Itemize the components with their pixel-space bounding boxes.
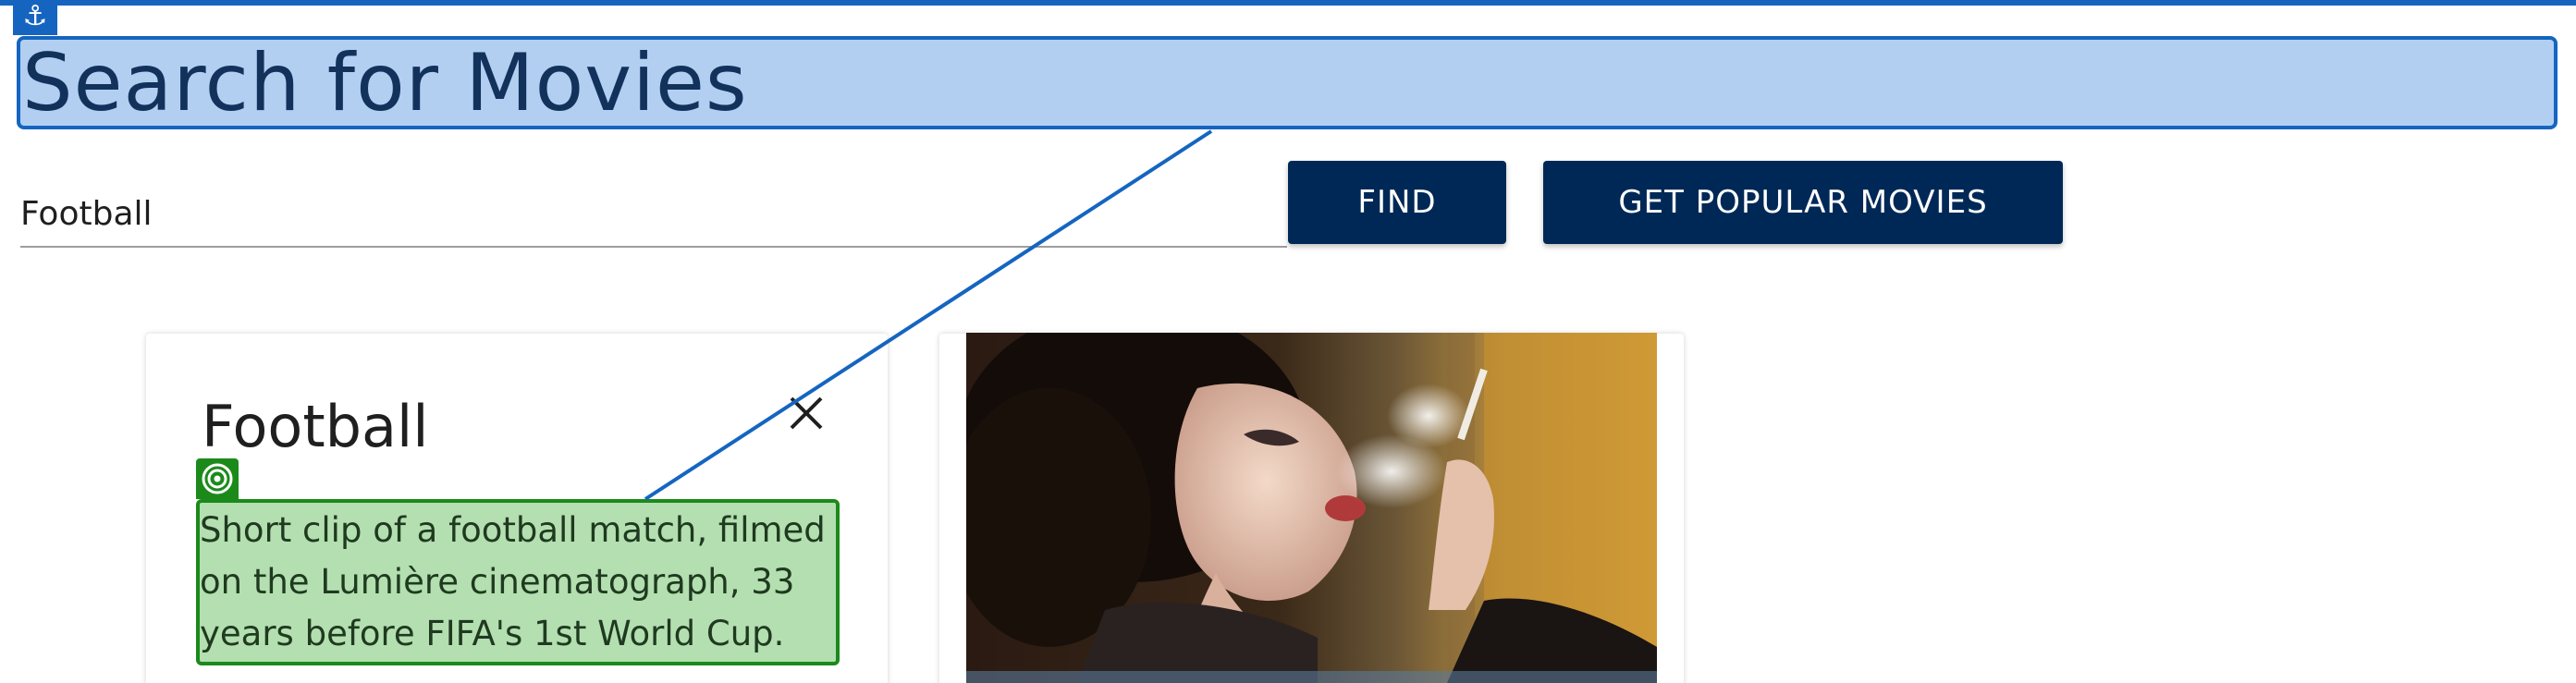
movie-card-title: Football: [202, 393, 429, 460]
movie-card-description: Short clip of a football match, filmed o…: [200, 510, 826, 653]
anchor-icon: ⚓: [13, 0, 57, 35]
get-popular-movies-button[interactable]: GET POPULAR MOVIES: [1543, 161, 2063, 244]
close-icon[interactable]: [786, 393, 827, 433]
target-icon: [196, 458, 239, 499]
movie-search-page: ⚓ Search for Movies FIND GET POPULAR MOV…: [0, 0, 2576, 683]
top-highlight-bar: [0, 0, 2576, 6]
page-title: Search for Movies: [22, 37, 748, 129]
search-input[interactable]: [20, 181, 1287, 248]
movie-still-image[interactable]: [966, 333, 1657, 683]
find-button[interactable]: FIND: [1288, 161, 1506, 244]
